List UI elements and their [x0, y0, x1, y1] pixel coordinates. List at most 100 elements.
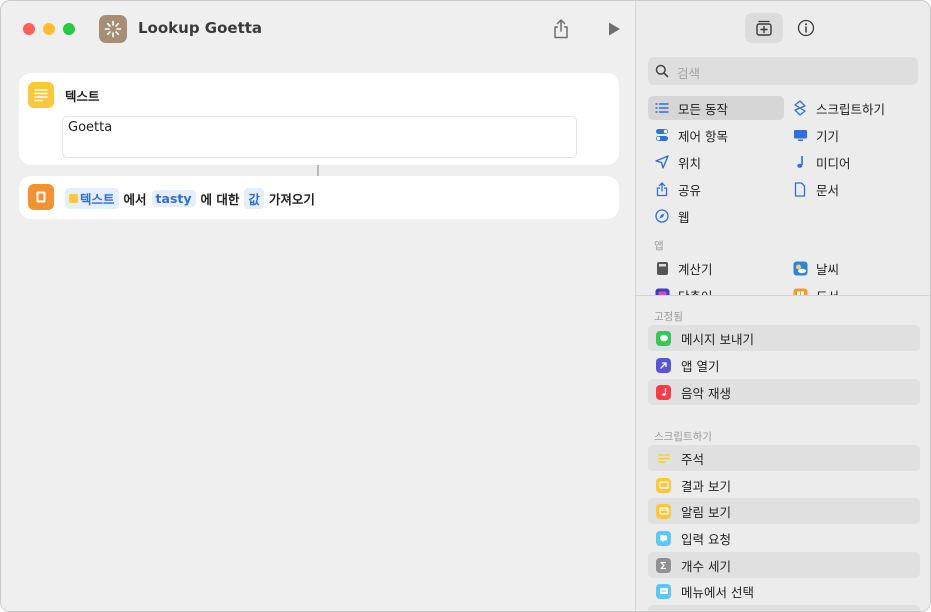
lines-icon: [34, 89, 48, 102]
location-arrow-icon: [654, 154, 670, 170]
music-note-icon: [792, 154, 808, 170]
category-device[interactable]: 기기: [786, 123, 922, 147]
list-icon: [654, 100, 670, 116]
scripting-show-alert[interactable]: 알림 보기: [648, 498, 920, 524]
shortcut-title[interactable]: Lookup Goetta: [138, 19, 262, 37]
category-label: 위치: [678, 155, 702, 171]
dictionary-icon: [36, 191, 46, 203]
music-icon: [656, 384, 671, 400]
app-books[interactable]: 도서: [786, 283, 922, 295]
dictionary-action-icon: [28, 184, 54, 210]
scripting-section-label: 스크립트하기: [654, 431, 712, 443]
category-label: 문서: [816, 182, 840, 198]
search-field[interactable]: 검색: [648, 57, 918, 85]
app-shortcuts[interactable]: 단축어: [648, 283, 784, 295]
scripting-ask-input[interactable]: 입력 요청: [648, 525, 920, 551]
share-button[interactable]: [550, 17, 572, 41]
pinned-label: 음악 재생: [681, 385, 731, 401]
scripting-comment[interactable]: 주석: [648, 445, 920, 471]
apps-overflow-clip: 단축어 도서: [636, 249, 930, 295]
library-divider: [636, 295, 930, 296]
share-icon: [654, 181, 670, 197]
add-action-icon: [756, 20, 772, 36]
pinned-section-label: 고정됨: [654, 311, 683, 323]
category-label: 웹: [678, 209, 690, 225]
shortcuts-window: Lookup Goetta 텍스트 Goetta 텍스트 에서 tasty 에 …: [0, 0, 931, 612]
category-documents[interactable]: 문서: [786, 177, 922, 201]
info-icon: [797, 19, 815, 37]
close-window-button[interactable]: [23, 23, 35, 35]
open-app-icon: [656, 357, 671, 373]
display-icon: [792, 127, 808, 143]
scripting-icon: [792, 100, 808, 116]
category-label: 미디어: [816, 155, 851, 171]
category-label: 스크립트하기: [816, 101, 886, 117]
compass-icon: [654, 208, 670, 224]
text-action-title: 텍스트: [65, 89, 100, 104]
scripting-show-result[interactable]: 결과 보기: [648, 472, 920, 498]
input-variable-label: 텍스트: [80, 192, 115, 207]
ask-input-icon: [656, 530, 671, 546]
key-parameter-token[interactable]: tasty: [151, 190, 196, 207]
pinned-play-music[interactable]: 음악 재생: [648, 379, 920, 405]
category-label: 공유: [678, 182, 702, 198]
app-label: 단축어: [678, 286, 713, 296]
category-all-actions[interactable]: 모든 동작: [648, 96, 784, 120]
word-for: 에 대한: [200, 192, 240, 207]
pinned-open-app[interactable]: 앱 열기: [648, 352, 920, 378]
details-tab-button[interactable]: [793, 15, 819, 41]
editor-pane: Lookup Goetta 텍스트 Goetta 텍스트 에서 tasty 에 …: [1, 1, 635, 611]
text-variable-icon: [69, 194, 78, 203]
show-result-icon: [656, 477, 671, 493]
scripting-choose-from-menu[interactable]: 메뉴에서 선택: [648, 578, 920, 604]
value-parameter-token[interactable]: 값: [244, 188, 264, 209]
toggle-icon: [654, 127, 670, 143]
input-variable-token[interactable]: 텍스트: [65, 188, 119, 209]
pinned-label: 앱 열기: [681, 358, 720, 374]
text-input-value[interactable]: Goetta: [68, 120, 112, 135]
category-sharing[interactable]: 공유: [648, 177, 784, 201]
sparkle-icon: [104, 20, 122, 38]
share-icon: [554, 19, 568, 39]
play-icon: [609, 22, 620, 36]
action-connector: [317, 165, 319, 176]
action-library-pane: 검색 모든 동작 스크립트하기 제어 항목 기기 위치 미디어 공유 문서 웹 …: [635, 1, 930, 611]
zoom-window-button[interactable]: [63, 23, 75, 35]
word-from: 에서: [123, 192, 147, 207]
app-label: 도서: [816, 286, 839, 296]
scripting-label: 알림 보기: [681, 504, 731, 520]
text-action-icon: [28, 82, 54, 108]
title-bar: Lookup Goetta: [1, 1, 635, 57]
category-location[interactable]: 위치: [648, 150, 784, 174]
get-dictionary-value-card[interactable]: 텍스트 에서 tasty 에 대한 값 가져오기: [19, 176, 619, 219]
minimize-window-button[interactable]: [43, 23, 55, 35]
category-label: 모든 동작: [678, 101, 728, 117]
run-button[interactable]: [603, 17, 625, 41]
scripting-label: 개수 세기: [681, 558, 731, 574]
library-tab-button[interactable]: [745, 13, 783, 43]
choose-menu-icon: [656, 583, 671, 599]
scripting-next-row-peek: [648, 605, 920, 611]
category-media[interactable]: 미디어: [786, 150, 922, 174]
text-input-field[interactable]: Goetta: [62, 116, 577, 158]
show-alert-icon: [656, 503, 671, 519]
search-icon: [655, 64, 669, 78]
scripting-label: 주석: [681, 451, 705, 467]
shortcuts-icon: [654, 287, 670, 295]
category-controls[interactable]: 제어 항목: [648, 123, 784, 147]
word-get: 가져오기: [268, 192, 315, 207]
count-icon: [656, 557, 671, 573]
category-scripting[interactable]: 스크립트하기: [786, 96, 922, 120]
category-web[interactable]: 웹: [648, 204, 784, 228]
shortcut-icon[interactable]: [99, 15, 127, 43]
messages-icon: [656, 330, 671, 346]
scripting-label: 입력 요청: [681, 531, 731, 547]
pinned-label: 메시지 보내기: [681, 331, 754, 347]
scripting-count[interactable]: 개수 세기: [648, 552, 920, 578]
search-placeholder: 검색: [677, 66, 701, 81]
document-icon: [792, 181, 808, 197]
category-label: 제어 항목: [678, 128, 728, 144]
text-action-card[interactable]: 텍스트 Goetta: [19, 73, 619, 165]
pinned-send-message[interactable]: 메시지 보내기: [648, 325, 920, 351]
category-label: 기기: [816, 128, 840, 144]
